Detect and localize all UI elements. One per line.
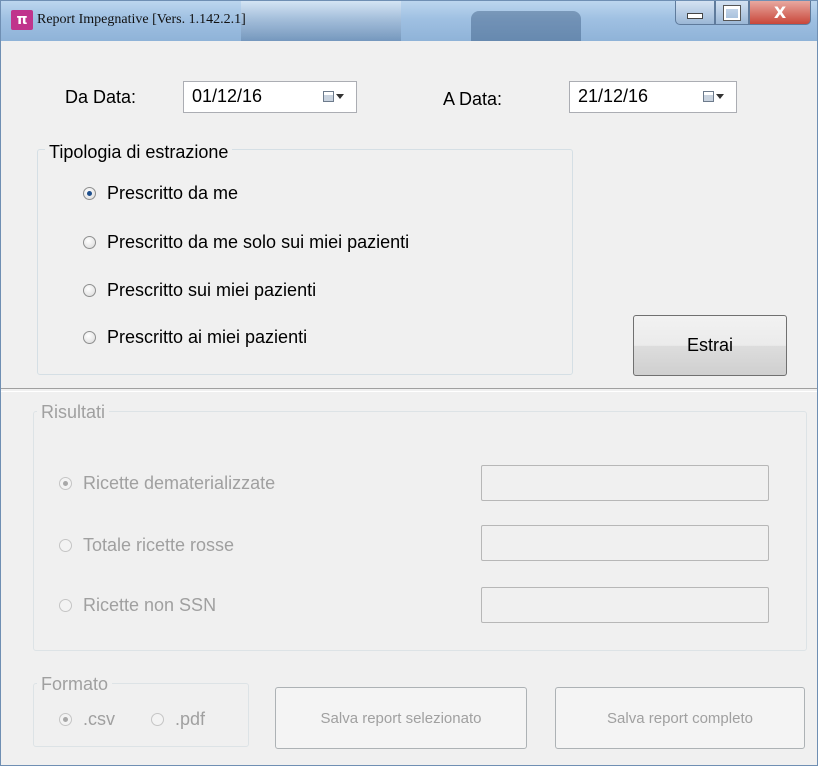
calendar-dropdown-icon[interactable]: [323, 91, 344, 102]
title-bar-glass-dark: [471, 11, 581, 41]
radio-results-0[interactable]: Ricette dematerializzate: [59, 473, 275, 494]
radio-label: Prescritto ai miei pazienti: [107, 327, 308, 347]
calendar-icon: [323, 91, 334, 102]
window-title: Report Impegnative [Vers. 1.142.2.1]: [37, 12, 246, 27]
close-button[interactable]: X: [749, 1, 811, 25]
radio-label: Prescritto da me solo sui miei pazienti: [107, 232, 410, 252]
radio-button[interactable]: [83, 236, 96, 249]
format-title: Formato: [37, 674, 113, 695]
title-bar[interactable]: π Report Impegnative [Vers. 1.142.2.1] X: [1, 1, 817, 41]
radio-results-2[interactable]: Ricette non SSN: [59, 595, 216, 616]
radio-button[interactable]: [59, 599, 72, 612]
maximize-button[interactable]: [715, 1, 749, 25]
radio-label: .csv: [83, 709, 116, 729]
section-divider: [1, 388, 817, 392]
title-bar-glass: [241, 1, 401, 41]
radio-button[interactable]: [151, 713, 164, 726]
radio-button[interactable]: [59, 713, 72, 726]
radio-extraction-1[interactable]: Prescritto da me solo sui miei pazienti: [83, 232, 409, 253]
calendar-dropdown-icon[interactable]: [703, 91, 724, 102]
to-date-picker[interactable]: 21/12/16: [569, 81, 737, 113]
result-value-field-2: [481, 587, 769, 623]
to-date-value: 21/12/16: [578, 86, 649, 106]
radio-extraction-3[interactable]: Prescritto ai miei pazienti: [83, 327, 307, 348]
close-icon: X: [773, 3, 787, 22]
calendar-icon: [703, 91, 714, 102]
pi-icon[interactable]: π: [11, 10, 33, 30]
radio-label: .pdf: [175, 709, 206, 729]
maximize-icon: [724, 5, 740, 20]
extract-button[interactable]: Estrai: [633, 315, 787, 376]
radio-results-1[interactable]: Totale ricette rosse: [59, 535, 234, 556]
from-date-label: Da Data:: [65, 87, 137, 107]
radio-label: Ricette non SSN: [83, 595, 217, 615]
save-selected-report-button[interactable]: Salva report selezionato: [275, 687, 527, 749]
radio-label: Ricette dematerializzate: [83, 473, 276, 493]
minimize-button[interactable]: [675, 1, 715, 25]
extraction-type-title: Tipologia di estrazione: [45, 142, 233, 163]
radio-label: Prescritto da me: [107, 183, 239, 203]
window-controls: X: [675, 1, 811, 31]
radio-format-csv[interactable]: .csv: [59, 709, 115, 730]
radio-button[interactable]: [59, 477, 72, 490]
radio-label: Prescritto sui miei pazienti: [107, 280, 317, 300]
result-value-field-1: [481, 525, 769, 561]
radio-button[interactable]: [59, 539, 72, 552]
from-date-value: 01/12/16: [192, 86, 263, 106]
radio-button[interactable]: [83, 187, 96, 200]
report-window: π Report Impegnative [Vers. 1.142.2.1] X…: [0, 0, 818, 766]
save-full-report-button[interactable]: Salva report completo: [555, 687, 805, 749]
radio-extraction-2[interactable]: Prescritto sui miei pazienti: [83, 280, 316, 301]
chevron-down-icon: [716, 94, 724, 99]
radio-extraction-0[interactable]: Prescritto da me: [83, 183, 238, 204]
radio-format-pdf[interactable]: .pdf: [151, 709, 205, 730]
result-value-field-0: [481, 465, 769, 501]
chevron-down-icon: [336, 94, 344, 99]
radio-label: Totale ricette rosse: [83, 535, 235, 555]
minimize-icon: [687, 12, 703, 19]
from-date-picker[interactable]: 01/12/16: [183, 81, 357, 113]
to-date-label: A Data:: [443, 89, 503, 109]
radio-button[interactable]: [83, 331, 96, 344]
results-title: Risultati: [37, 402, 110, 423]
radio-button[interactable]: [83, 284, 96, 297]
